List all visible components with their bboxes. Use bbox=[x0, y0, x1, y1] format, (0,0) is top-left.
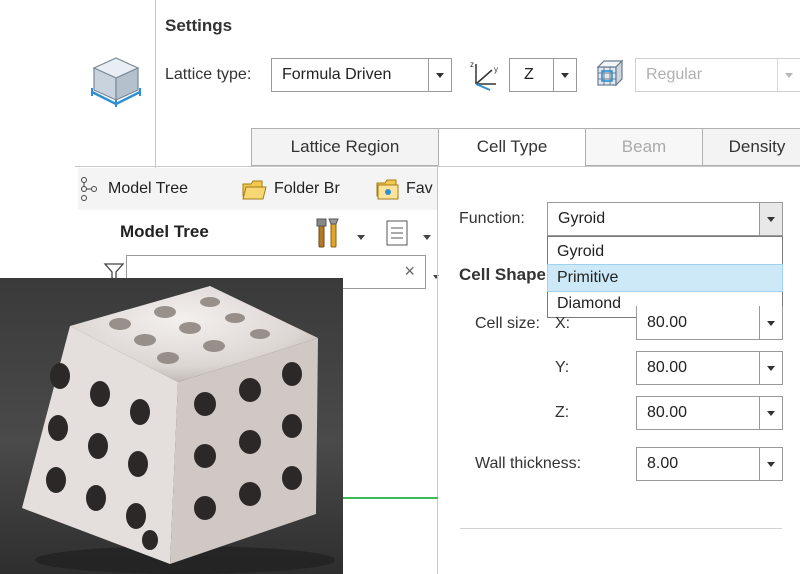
tab-lattice-region[interactable]: Lattice Region bbox=[251, 128, 439, 166]
wall-thickness-value: 8.00 bbox=[647, 455, 679, 472]
pattern-dropdown[interactable]: Regular bbox=[635, 58, 800, 92]
chevron-down-icon bbox=[767, 411, 775, 416]
wall-thickness-dropdown-button[interactable] bbox=[759, 448, 782, 480]
cell-shape-heading: Cell Shape bbox=[459, 265, 545, 284]
lattice-type-dropdown[interactable]: Formula Driven bbox=[271, 58, 452, 92]
lattice-cube-icon bbox=[88, 52, 144, 108]
lattice-type-label: Lattice type: bbox=[165, 66, 252, 83]
settings-title: Settings bbox=[165, 16, 233, 35]
chevron-down-icon bbox=[436, 73, 444, 78]
tab-model-tree-label: Model Tree bbox=[108, 180, 189, 197]
wall-thickness-label: Wall thickness: bbox=[475, 455, 582, 472]
chevron-down-icon bbox=[767, 462, 775, 467]
ribbon-divider bbox=[155, 0, 156, 170]
cell-size-x-field[interactable]: 80.00 bbox=[636, 306, 783, 340]
tree-icon bbox=[80, 176, 102, 202]
axis-dropdown[interactable]: Z bbox=[509, 58, 577, 92]
progress-indicator-line bbox=[343, 497, 438, 499]
lattice-type-value: Formula Driven bbox=[282, 66, 392, 83]
z-label: Z: bbox=[555, 404, 570, 421]
y-label: Y: bbox=[555, 359, 570, 376]
function-value: Gyroid bbox=[558, 210, 606, 227]
pattern-dropdown-button[interactable] bbox=[777, 59, 800, 91]
list-view-chevron-down-icon[interactable] bbox=[422, 228, 432, 240]
svg-text:z: z bbox=[470, 60, 474, 69]
cell-size-z-dropdown-button[interactable] bbox=[759, 397, 782, 429]
form-bottom-divider bbox=[460, 528, 782, 529]
cell-size-x-value: 80.00 bbox=[647, 313, 688, 331]
chevron-down-icon bbox=[561, 73, 569, 78]
wall-thickness-field[interactable]: 8.00 bbox=[636, 447, 783, 481]
chevron-down-icon bbox=[785, 73, 793, 78]
pattern-value: Regular bbox=[646, 66, 703, 83]
cell-size-y-value: 80.00 bbox=[647, 359, 688, 376]
tab-favorites-label: Fav bbox=[406, 180, 433, 197]
list-view-icon[interactable] bbox=[384, 218, 410, 248]
function-dropdown[interactable]: Gyroid bbox=[547, 202, 783, 236]
cell-size-y-field[interactable]: 80.00 bbox=[636, 351, 783, 385]
function-option-primitive[interactable]: Primitive bbox=[547, 264, 783, 292]
tab-favorites[interactable]: Fav bbox=[374, 170, 438, 208]
tab-folder-browser[interactable]: Folder Br bbox=[240, 170, 360, 208]
cell-size-y-dropdown-button[interactable] bbox=[759, 352, 782, 384]
function-option-gyroid[interactable]: Gyroid bbox=[548, 239, 782, 265]
axis-dropdown-button[interactable] bbox=[553, 59, 576, 91]
gyroid-lattice-photo bbox=[0, 278, 343, 574]
function-dropdown-button[interactable] bbox=[759, 203, 782, 235]
tools-icon[interactable] bbox=[314, 217, 344, 249]
model-tree-heading: Model Tree bbox=[120, 222, 209, 241]
tab-model-tree[interactable]: Model Tree bbox=[80, 170, 230, 208]
clear-filter-icon[interactable]: × bbox=[404, 261, 415, 282]
favorites-icon bbox=[374, 176, 402, 202]
grid-cube-icon bbox=[592, 57, 626, 91]
cell-size-x-dropdown-button[interactable] bbox=[759, 306, 782, 339]
lattice-type-dropdown-button[interactable] bbox=[428, 59, 451, 91]
x-label: X: bbox=[555, 315, 571, 332]
tab-cell-type[interactable]: Cell Type bbox=[438, 128, 586, 166]
chevron-down-icon bbox=[767, 366, 775, 371]
filter-chevron-down-icon[interactable] bbox=[432, 268, 440, 279]
coordinate-axes-icon: z y bbox=[468, 58, 502, 92]
tab-folder-browser-label: Folder Br bbox=[274, 180, 340, 197]
tab-density[interactable]: Density bbox=[702, 128, 800, 166]
panel-separator bbox=[437, 166, 438, 574]
cell-size-z-value: 80.00 bbox=[647, 404, 688, 421]
svg-text:y: y bbox=[494, 65, 498, 74]
tab-beam[interactable]: Beam bbox=[585, 128, 703, 166]
folder-icon bbox=[240, 176, 270, 202]
function-label: Function: bbox=[459, 210, 525, 227]
cell-size-z-field[interactable]: 80.00 bbox=[636, 396, 783, 430]
cell-size-label: Cell size: bbox=[475, 315, 543, 333]
axis-value: Z bbox=[524, 66, 534, 83]
chevron-down-icon bbox=[767, 217, 775, 222]
chevron-down-icon bbox=[767, 320, 775, 326]
tools-chevron-down-icon[interactable] bbox=[356, 228, 366, 240]
